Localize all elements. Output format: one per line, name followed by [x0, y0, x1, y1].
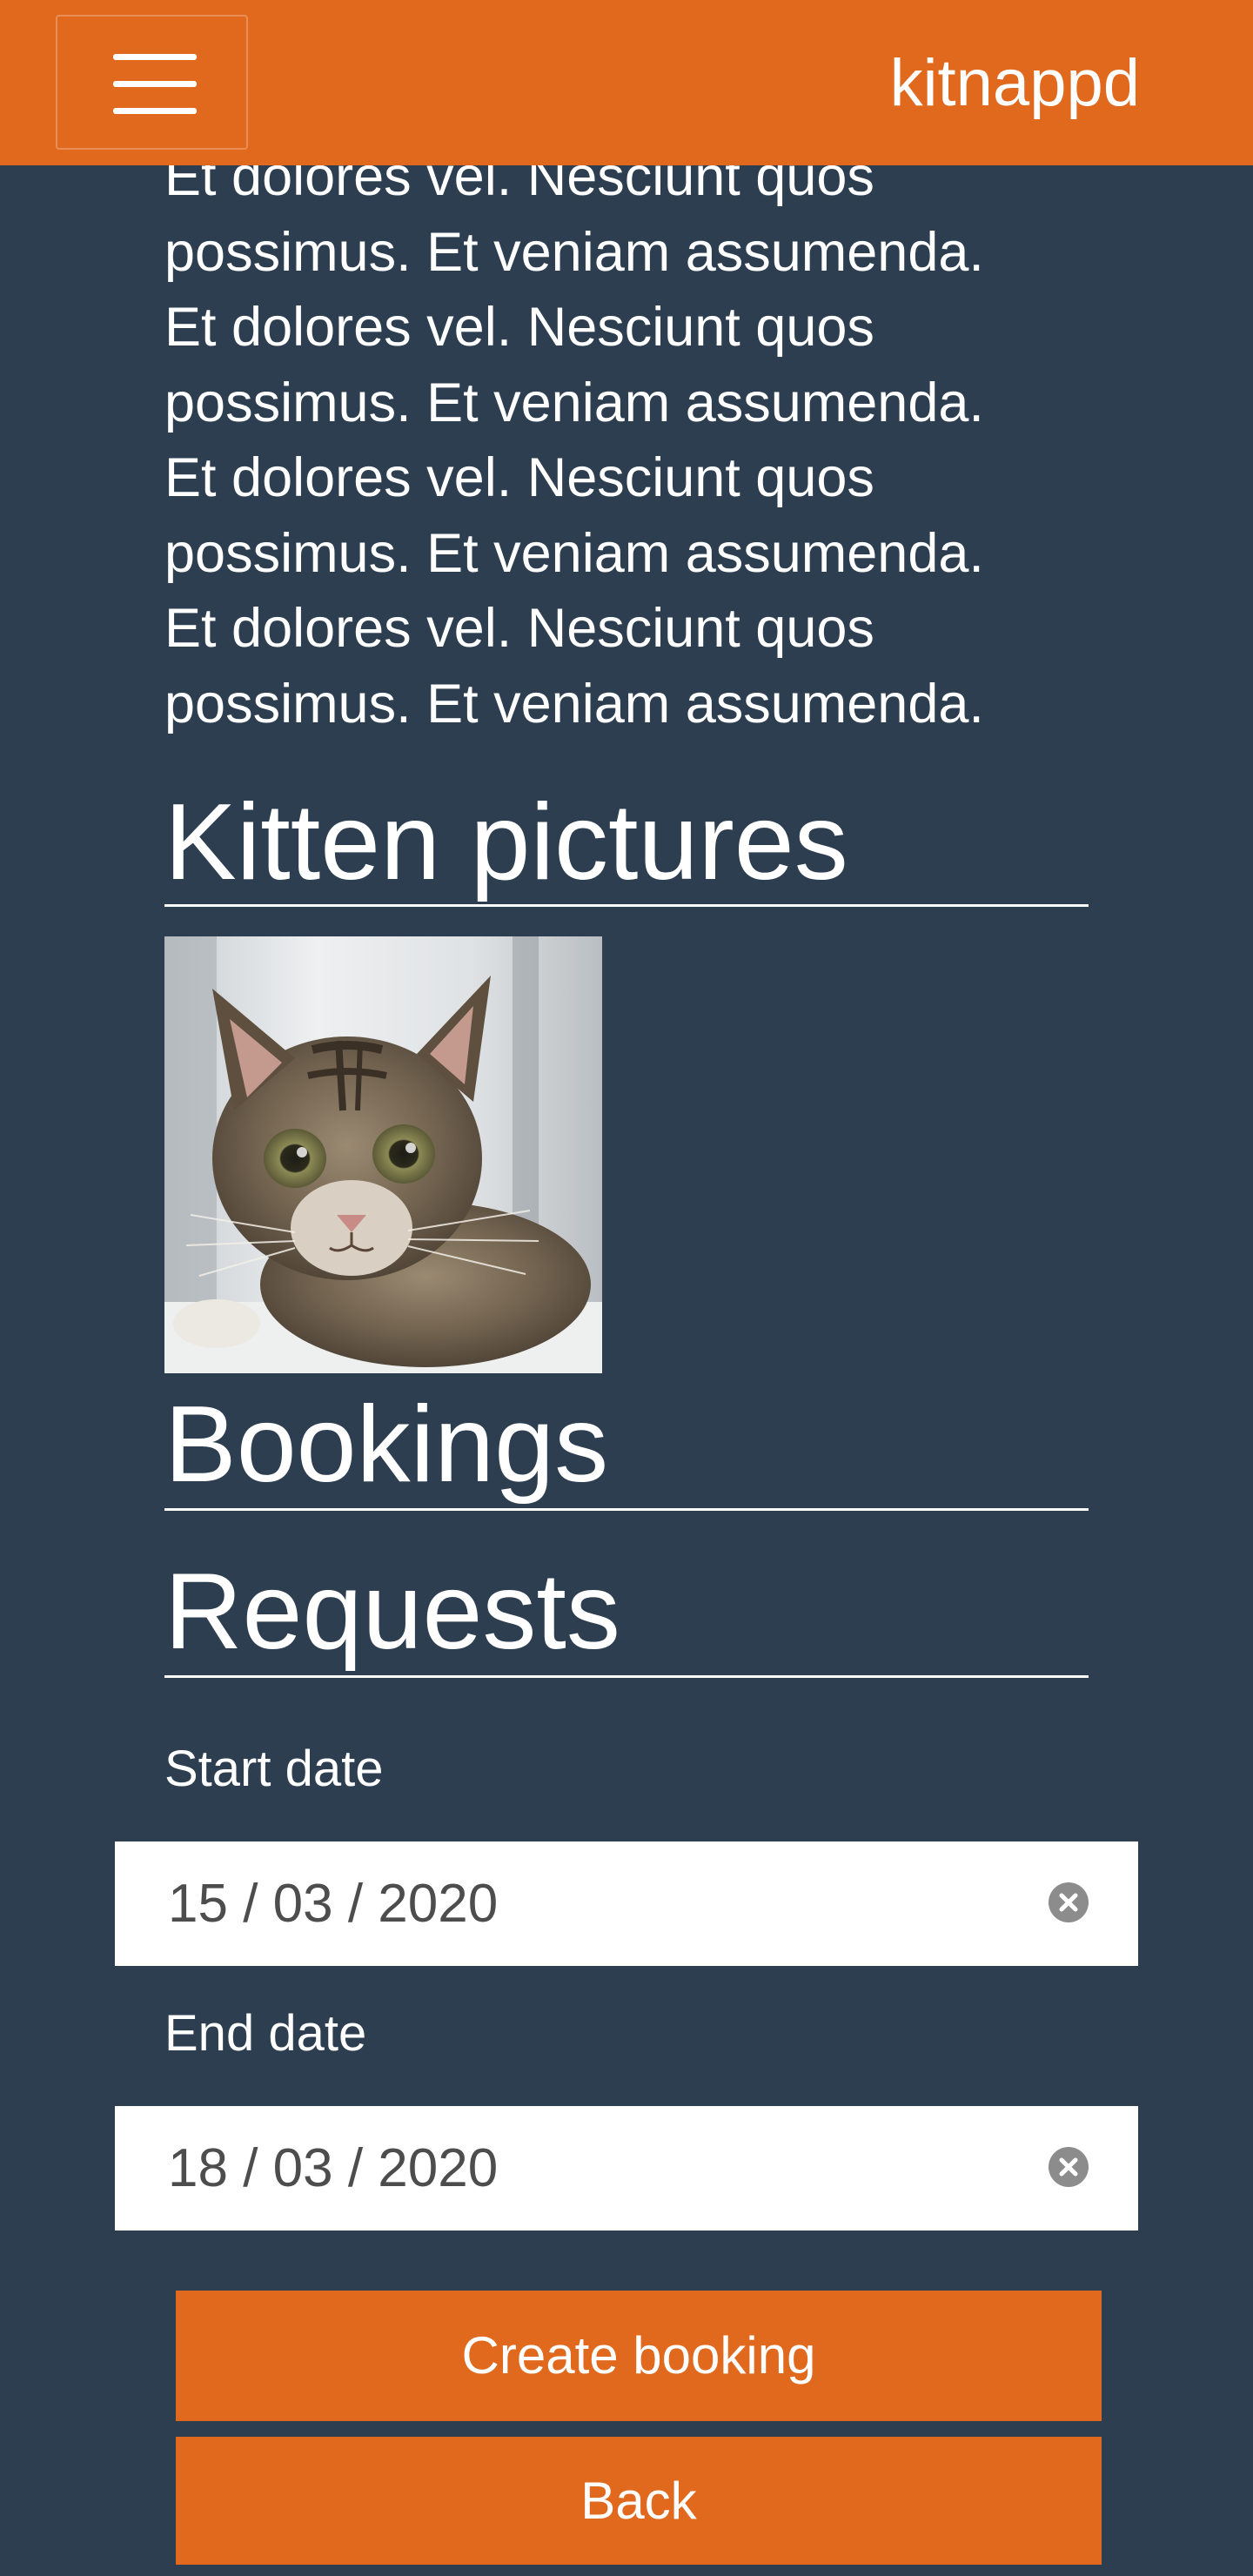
start-date-label: Start date	[164, 1741, 384, 1797]
clear-icon[interactable]	[1048, 2146, 1089, 2188]
app-header: kitnappd	[0, 0, 1253, 165]
description-text: Et dolores vel. Nesciunt quos possimus. …	[164, 146, 984, 735]
brand-title[interactable]: kitnappd	[890, 42, 1140, 125]
kitten-description: Et dolores vel. Nesciunt quos possimus. …	[164, 139, 1090, 741]
hamburger-menu-icon-bar	[113, 108, 197, 114]
end-date-value: 18 / 03 / 2020	[168, 2138, 499, 2198]
clear-icon[interactable]	[1048, 1882, 1089, 1923]
requests-heading: Requests	[164, 1551, 1089, 1678]
kitten-photo	[164, 936, 602, 1373]
hamburger-menu-button[interactable]	[56, 15, 248, 150]
start-date-value: 15 / 03 / 2020	[168, 1874, 499, 1934]
back-button[interactable]: Back	[176, 2437, 1102, 2565]
hamburger-menu-icon	[113, 54, 197, 60]
start-date-input[interactable]: 15 / 03 / 2020	[115, 1841, 1138, 1966]
hamburger-menu-icon-bar	[113, 81, 197, 87]
end-date-input[interactable]: 18 / 03 / 2020	[115, 2106, 1138, 2231]
bookings-heading: Bookings	[164, 1384, 1089, 1511]
end-date-label: End date	[164, 2005, 367, 2062]
create-booking-button[interactable]: Create booking	[176, 2291, 1102, 2421]
page: kitnappd Et dolores vel. Nesciunt quos p…	[0, 0, 1253, 2576]
kitten-pictures-heading: Kitten pictures	[164, 782, 1089, 907]
